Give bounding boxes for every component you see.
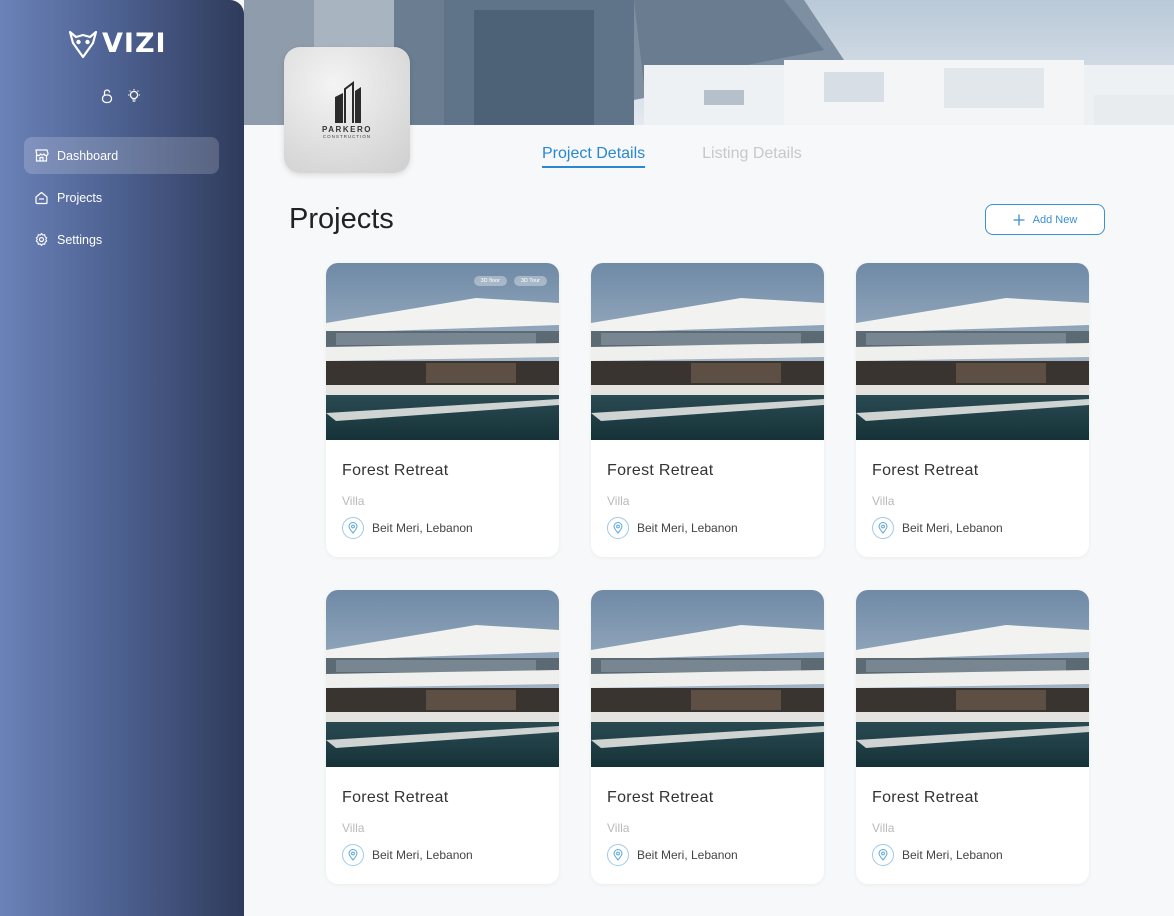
sidebar-item-settings[interactable]: Settings	[24, 221, 219, 258]
location-pin-icon	[342, 517, 364, 539]
lightbulb-icon[interactable]	[126, 88, 142, 104]
add-new-label: Add New	[1032, 213, 1078, 226]
tab-listing-details[interactable]: Listing Details	[702, 145, 802, 168]
project-title: Forest Retreat	[607, 789, 714, 806]
project-location: Beit Meri, Lebanon	[607, 844, 808, 866]
location-text: Beit Meri, Lebanon	[637, 521, 738, 535]
project-type: Villa	[872, 821, 895, 835]
project-location: Beit Meri, Lebanon	[607, 517, 808, 539]
project-title: Forest Retreat	[872, 789, 979, 806]
location-text: Beit Meri, Lebanon	[372, 521, 473, 535]
sidebar: VIZI Dashboard Projects Settings	[0, 0, 244, 916]
add-new-button[interactable]: Add New	[985, 204, 1105, 235]
sidebar-top-icons	[100, 88, 142, 104]
project-location: Beit Meri, Lebanon	[342, 517, 543, 539]
project-card[interactable]: 3D floor 3D Tour Forest Retreat Villa Be…	[326, 263, 559, 557]
project-card[interactable]: Forest Retreat Villa Beit Meri, Lebanon	[591, 263, 824, 557]
project-title: Forest Retreat	[342, 462, 449, 479]
app-name: VIZI	[102, 28, 167, 59]
location-text: Beit Meri, Lebanon	[372, 848, 473, 862]
location-text: Beit Meri, Lebanon	[637, 848, 738, 862]
company-subtitle: CONSTRUCTION	[322, 134, 372, 139]
building-logo-icon	[335, 81, 361, 123]
app-logo[interactable]: VIZI	[68, 28, 167, 59]
store-icon	[35, 149, 49, 162]
company-name: PARKERO	[322, 125, 372, 134]
project-title: Forest Retreat	[342, 789, 449, 806]
media-badges: 3D floor 3D Tour	[473, 276, 547, 286]
detail-tabs: Project Details Listing Details	[542, 145, 802, 168]
page-title: Projects	[289, 203, 394, 235]
badge-3d-floor[interactable]: 3D floor	[473, 276, 507, 286]
sidebar-item-label: Projects	[57, 190, 103, 205]
sidebar-nav: Dashboard Projects Settings	[24, 137, 219, 263]
location-pin-icon	[342, 844, 364, 866]
project-location: Beit Meri, Lebanon	[342, 844, 543, 866]
location-text: Beit Meri, Lebanon	[902, 848, 1003, 862]
project-type: Villa	[342, 494, 365, 508]
project-grid: 3D floor 3D Tour Forest Retreat Villa Be…	[326, 263, 1089, 884]
project-title: Forest Retreat	[872, 462, 979, 479]
plus-icon	[1013, 214, 1025, 225]
sidebar-item-label: Dashboard	[57, 148, 119, 163]
project-image	[326, 263, 559, 440]
badge-3d-tour[interactable]: 3D Tour	[513, 276, 547, 286]
project-image	[591, 590, 824, 767]
project-type: Villa	[872, 494, 895, 508]
location-text: Beit Meri, Lebanon	[902, 521, 1003, 535]
project-image	[856, 263, 1089, 440]
project-type: Villa	[607, 494, 630, 508]
project-title: Forest Retreat	[607, 462, 714, 479]
location-pin-icon	[607, 517, 629, 539]
project-card[interactable]: Forest Retreat Villa Beit Meri, Lebanon	[856, 590, 1089, 884]
project-card[interactable]: Forest Retreat Villa Beit Meri, Lebanon	[591, 590, 824, 884]
house-icon	[35, 191, 48, 205]
project-type: Villa	[342, 821, 365, 835]
gear-icon	[35, 232, 48, 247]
project-location: Beit Meri, Lebanon	[872, 517, 1073, 539]
project-image	[326, 590, 559, 767]
sidebar-item-dashboard[interactable]: Dashboard	[24, 137, 219, 174]
tab-project-details[interactable]: Project Details	[542, 145, 646, 168]
company-logo: PARKERO CONSTRUCTION	[284, 47, 410, 173]
lock-icon[interactable]	[100, 88, 114, 104]
project-image	[591, 263, 824, 440]
sidebar-item-projects[interactable]: Projects	[24, 179, 219, 216]
location-pin-icon	[607, 844, 629, 866]
location-pin-icon	[872, 517, 894, 539]
sidebar-item-label: Settings	[57, 232, 103, 247]
project-location: Beit Meri, Lebanon	[872, 844, 1073, 866]
project-card[interactable]: Forest Retreat Villa Beit Meri, Lebanon	[326, 590, 559, 884]
project-type: Villa	[607, 821, 630, 835]
location-pin-icon	[872, 844, 894, 866]
owl-logo-icon	[68, 30, 98, 58]
project-card[interactable]: Forest Retreat Villa Beit Meri, Lebanon	[856, 263, 1089, 557]
project-image	[856, 590, 1089, 767]
